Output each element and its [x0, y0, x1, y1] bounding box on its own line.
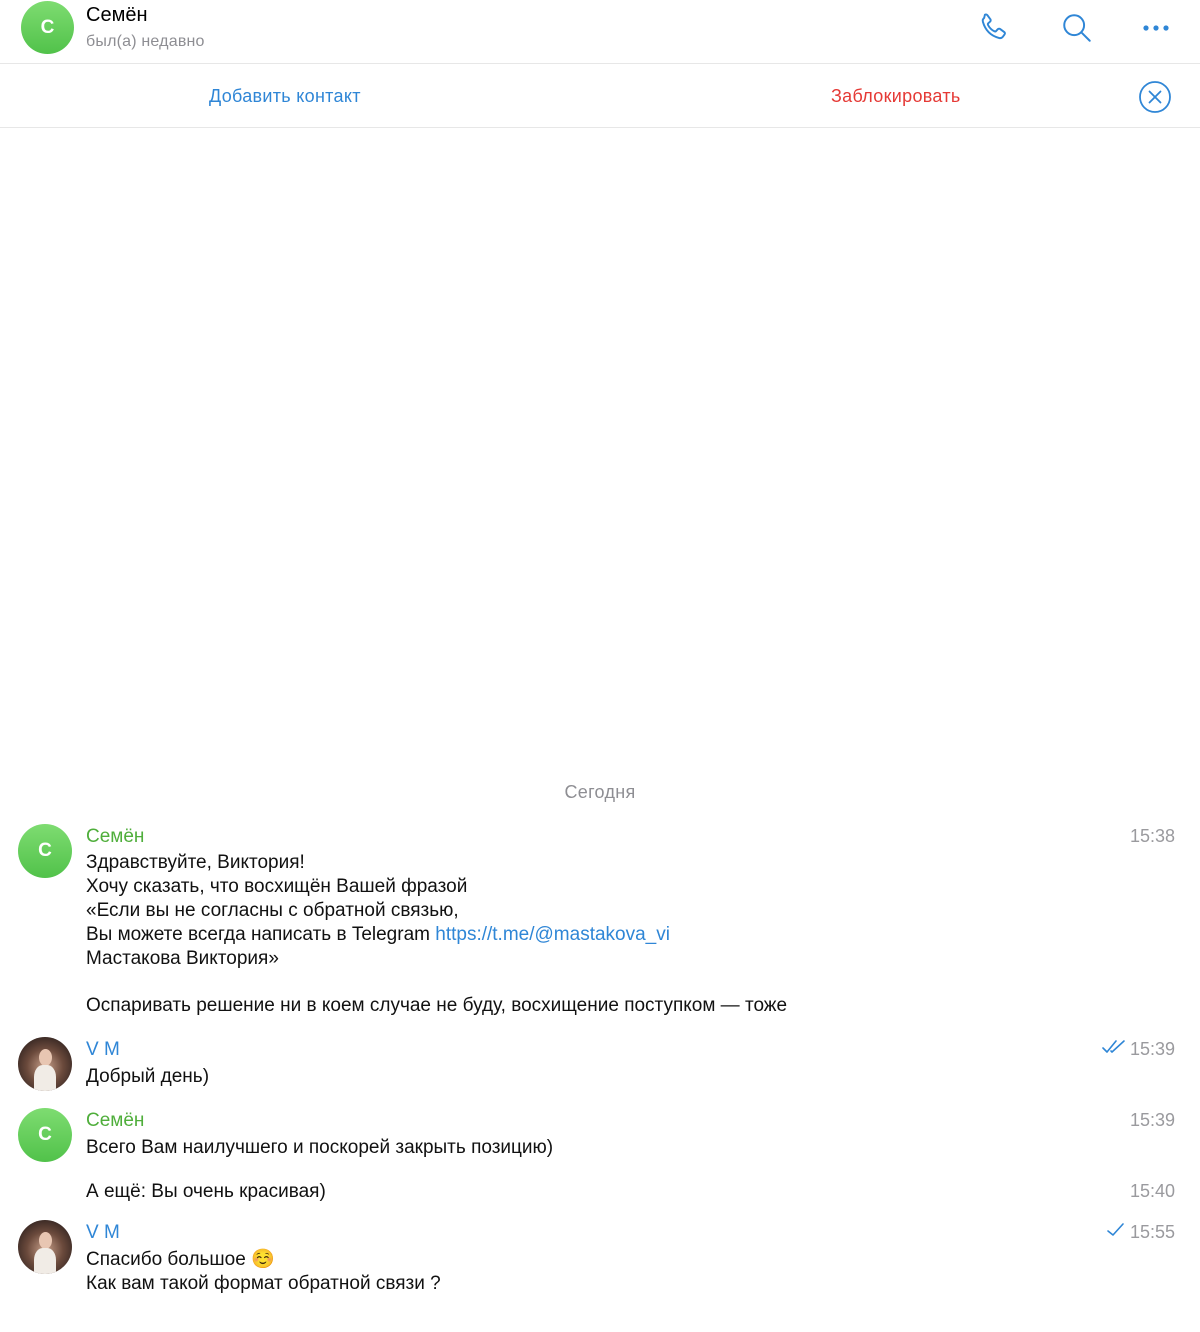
message-text: Здравствуйте, Виктория! — [86, 852, 305, 873]
user-photo — [18, 1037, 72, 1091]
phone-icon[interactable] — [973, 8, 1013, 48]
date-separator: Сегодня — [564, 782, 636, 802]
relieved-emoji: ☺️ — [251, 1249, 275, 1270]
message-text: Как вам такой формат обратной связи ? — [86, 1273, 441, 1294]
message-time-text: 15:38 — [1129, 826, 1175, 846]
new-contact-actionbar: Добавить контакт Заблокировать — [0, 64, 1200, 128]
avatar-letter: С — [18, 1108, 72, 1162]
message-time: 15:39 — [1102, 1039, 1175, 1060]
chat-header: С Семён был(а) недавно — [0, 0, 1200, 64]
message-text: Мастакова Виктория» — [86, 948, 279, 969]
contact-avatar[interactable]: С — [21, 1, 74, 54]
message-text: Хочу сказать, что восхищён Вашей фразой — [86, 876, 468, 897]
user-photo — [18, 1220, 72, 1274]
message-time: 15:40 — [1130, 1181, 1175, 1202]
message-text-part: Спасибо большое — [86, 1249, 252, 1270]
more-icon[interactable] — [1136, 8, 1176, 48]
search-icon[interactable] — [1057, 8, 1097, 48]
avatar-letter: С — [21, 1, 74, 54]
message-text: Спасибо большое ☺️ — [86, 1248, 275, 1272]
message-time: 15:38 — [1130, 826, 1175, 847]
double-check-icon — [1102, 1039, 1126, 1060]
sender-avatar[interactable] — [18, 1220, 72, 1274]
sender-avatar[interactable]: С — [18, 1108, 72, 1162]
message-time: 15:55 — [1106, 1222, 1175, 1243]
check-icon — [1106, 1222, 1126, 1243]
block-button[interactable]: Заблокировать — [831, 86, 961, 107]
message-text: «Если вы не согласны с обратной связью, — [86, 900, 459, 921]
close-circle-icon[interactable] — [1138, 80, 1172, 114]
contact-status: был(а) недавно — [86, 33, 205, 50]
message-sender[interactable]: V M — [86, 1039, 120, 1061]
message-text: А ещё: Вы очень красивая) — [86, 1181, 326, 1202]
message-sender[interactable]: V M — [86, 1222, 120, 1244]
sender-avatar[interactable] — [18, 1037, 72, 1091]
avatar-letter: С — [18, 824, 72, 878]
message-sender[interactable]: Семён — [86, 1110, 144, 1132]
message-text: Добрый день) — [86, 1066, 210, 1087]
message-text-with-link: Вы можете всегда написать в Telegram htt… — [86, 923, 670, 947]
message-text: Всего Вам наилучшего и поскорей закрыть … — [86, 1137, 554, 1158]
contact-name[interactable]: Семён — [86, 4, 147, 26]
sender-avatar[interactable]: С — [18, 824, 72, 878]
message-time-text: 15:40 — [1129, 1181, 1175, 1201]
add-contact-button[interactable]: Добавить контакт — [209, 86, 361, 107]
message-sender[interactable]: Семён — [86, 826, 144, 848]
message-text: Оспаривать решение ни в коем случае не б… — [86, 995, 788, 1016]
message-time-text: 15:55 — [1129, 1222, 1175, 1242]
message-link[interactable]: https://t.me/@mastakova_vi — [435, 924, 670, 945]
message-time-text: 15:39 — [1129, 1110, 1175, 1130]
message-time-text: 15:39 — [1129, 1039, 1175, 1059]
message-text: Вы можете всегда написать в Telegram — [86, 924, 436, 945]
message-time: 15:39 — [1130, 1110, 1175, 1131]
